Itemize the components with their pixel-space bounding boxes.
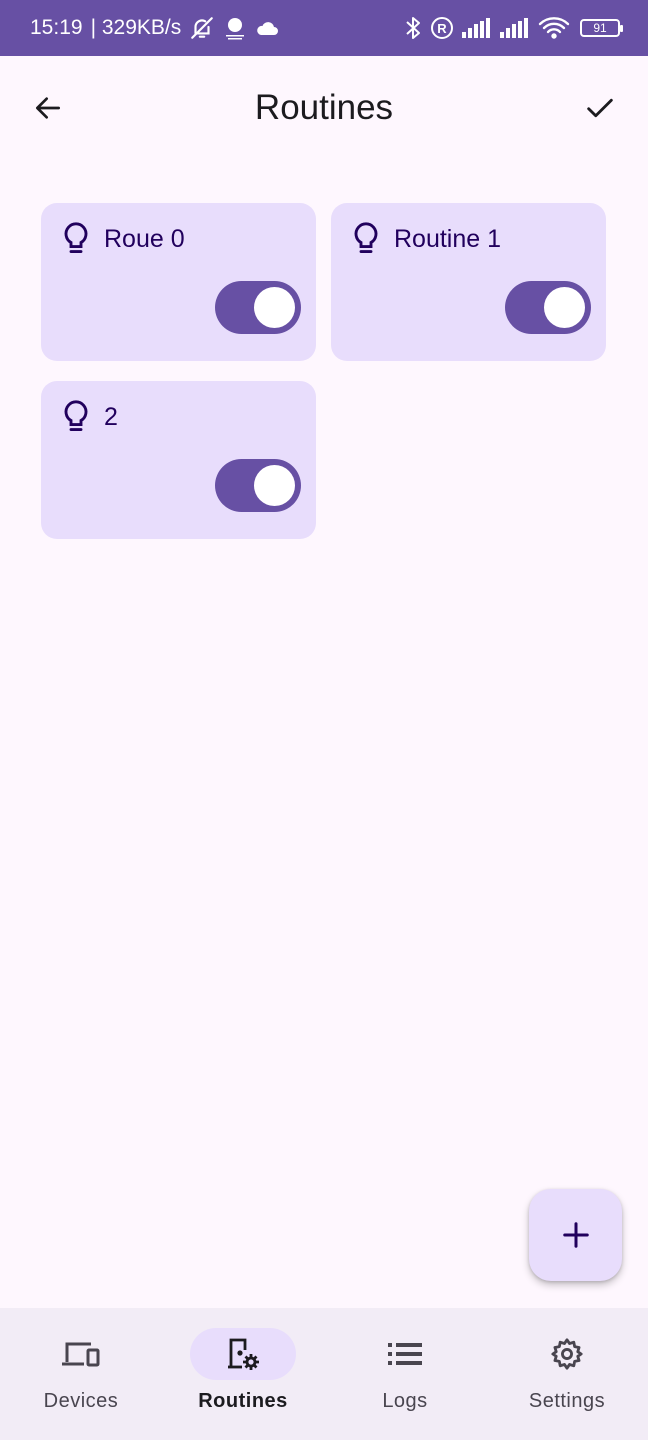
svg-text:R: R [437, 21, 447, 36]
arrow-back-icon [36, 97, 60, 119]
toggle-thumb [254, 465, 295, 506]
devices-icon [62, 1342, 100, 1367]
network-speed: | 329KB/s [90, 16, 182, 39]
routine-toggle[interactable] [215, 459, 301, 512]
routine-card[interactable]: Routine 1 [331, 203, 606, 361]
lightbulb-icon [64, 222, 88, 253]
lightbulb-icon [354, 222, 378, 253]
cloud-icon [255, 19, 279, 37]
page-title: Routines [254, 88, 394, 127]
add-icon [562, 1222, 589, 1248]
routine-card[interactable]: Roue 0 [41, 203, 316, 361]
toggle-thumb [254, 287, 295, 328]
status-time: 15:19 [30, 16, 83, 39]
nav-indicator [514, 1328, 620, 1380]
nav-item-routines[interactable]: Routines [162, 1308, 324, 1440]
routine-toggle[interactable] [505, 281, 591, 334]
gear-icon [551, 1338, 583, 1370]
routine-label: 2 [104, 403, 118, 431]
routine-toggle[interactable] [215, 281, 301, 334]
battery-level: 91 [593, 21, 607, 35]
routine-list: Roue 0 Routine 1 2 [41, 203, 607, 539]
back-button[interactable] [24, 84, 72, 132]
notifications-off-icon [189, 15, 215, 41]
nav-label: Routines [198, 1390, 288, 1412]
bottom-navigation: Devices Routines Logs Settings [0, 1308, 648, 1440]
nav-indicator [28, 1328, 134, 1380]
list-icon [388, 1343, 422, 1365]
routines-icon [228, 1338, 259, 1370]
routine-card[interactable]: 2 [41, 381, 316, 539]
nav-indicator [190, 1328, 296, 1380]
bluetooth-icon [404, 15, 422, 41]
routine-label: Routine 1 [394, 225, 502, 253]
nav-item-devices[interactable]: Devices [0, 1308, 162, 1440]
battery-icon: 91 [580, 19, 623, 37]
nav-label: Logs [382, 1390, 428, 1412]
status-bar: 15:19 | 329KB/s R 91 [0, 0, 648, 56]
registered-icon: R [430, 16, 454, 40]
toggle-thumb [544, 287, 585, 328]
nav-label: Devices [43, 1390, 119, 1412]
nav-item-settings[interactable]: Settings [486, 1308, 648, 1440]
nav-label: Settings [528, 1390, 606, 1412]
weather-icon [223, 15, 247, 41]
top-app-bar: Routines [0, 56, 648, 160]
check-icon [587, 98, 613, 118]
confirm-button[interactable] [576, 84, 624, 132]
nav-indicator [352, 1328, 458, 1380]
wifi-icon [538, 16, 570, 40]
add-routine-button[interactable] [529, 1189, 622, 1281]
signal-icon [462, 18, 492, 38]
routine-label: Roue 0 [104, 225, 185, 253]
nav-item-logs[interactable]: Logs [324, 1308, 486, 1440]
lightbulb-icon [64, 400, 88, 431]
signal-icon [500, 18, 530, 38]
